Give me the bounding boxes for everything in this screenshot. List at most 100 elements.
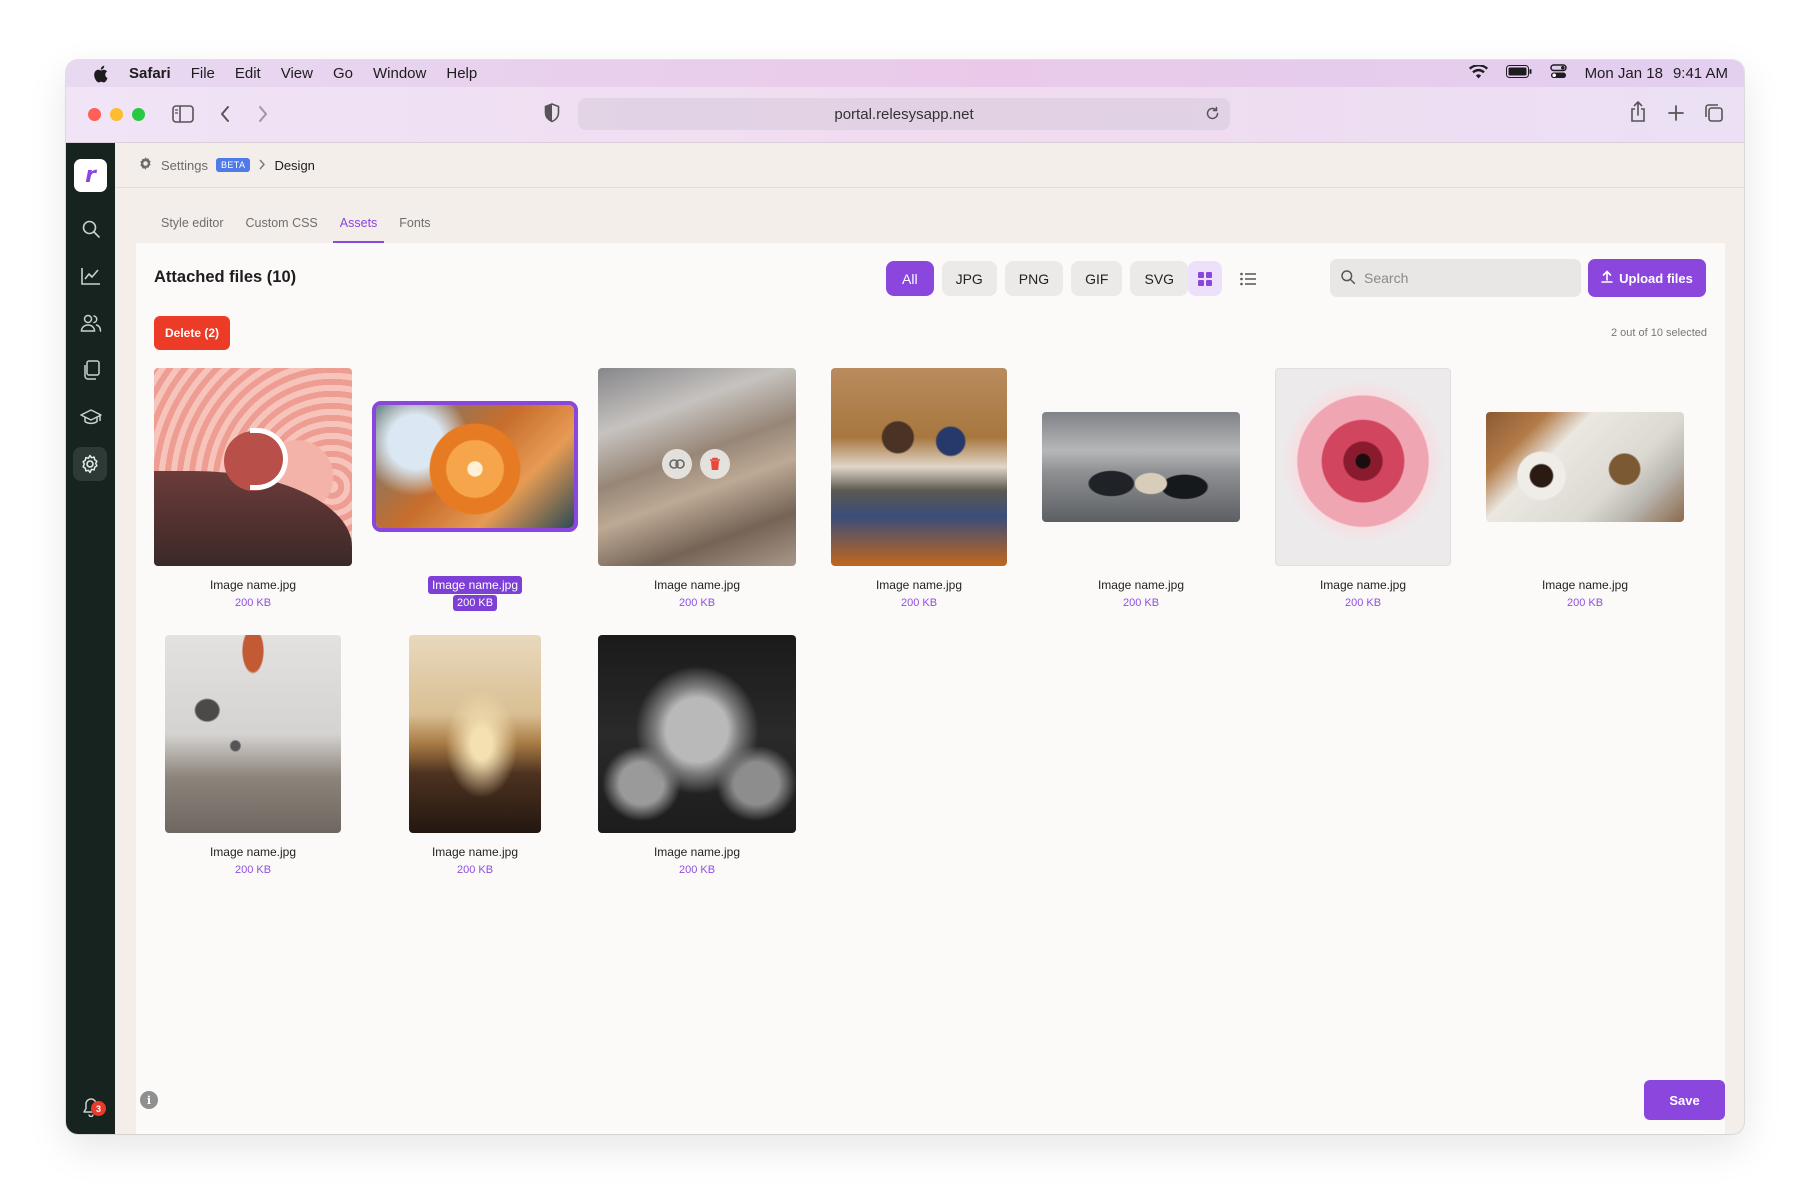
copy-link-icon[interactable] — [662, 449, 692, 479]
file-size: 200 KB — [1566, 597, 1604, 609]
tab-overview-icon[interactable] — [1704, 103, 1724, 123]
grid-view-icon[interactable] — [1188, 261, 1222, 296]
trash-icon[interactable] — [700, 449, 730, 479]
filter-png[interactable]: PNG — [1004, 261, 1064, 296]
search-icon[interactable] — [78, 216, 103, 241]
forward-icon[interactable] — [257, 105, 269, 123]
file-name: Image name.jpg — [431, 845, 519, 859]
maximize-window-button[interactable] — [132, 108, 145, 121]
address-bar[interactable]: portal.relesysapp.net — [578, 98, 1230, 130]
asset-card[interactable]: Image name.jpg 200 KB — [376, 635, 574, 885]
control-center-icon[interactable] — [1549, 64, 1567, 83]
view-toggle — [1188, 261, 1265, 296]
share-icon[interactable] — [1629, 101, 1647, 123]
asset-card[interactable]: Image name.jpg 200 KB — [820, 368, 1018, 618]
users-icon[interactable] — [78, 310, 103, 335]
breadcrumb-settings[interactable]: Settings — [161, 158, 208, 173]
search-box — [1330, 259, 1581, 297]
image-thumbnail — [598, 635, 796, 833]
chart-icon[interactable] — [78, 263, 103, 288]
filter-all[interactable]: All — [886, 261, 934, 296]
image-thumbnail — [1275, 368, 1451, 566]
settings-icon[interactable] — [73, 447, 107, 481]
back-icon[interactable] — [219, 105, 231, 123]
clock-time: 9:41 AM — [1672, 65, 1728, 82]
minimize-window-button[interactable] — [110, 108, 123, 121]
logo-letter: r — [85, 162, 96, 188]
file-size: 200 KB — [678, 597, 716, 609]
menu-edit[interactable]: Edit — [235, 65, 261, 82]
file-size: 200 KB — [678, 864, 716, 876]
sidebar-toggle-icon[interactable] — [172, 105, 194, 123]
tab-assets[interactable]: Assets — [332, 206, 385, 243]
privacy-shield-icon[interactable] — [544, 103, 560, 123]
asset-card[interactable]: Image name.jpg 200 KB — [154, 368, 352, 618]
pages-icon[interactable] — [78, 357, 103, 382]
asset-card[interactable]: Image name.jpg 200 KB — [1486, 368, 1684, 618]
filter-gif[interactable]: GIF — [1071, 261, 1123, 296]
app-sidebar: r 3 — [66, 143, 115, 1134]
asset-card-hovered[interactable]: Image name.jpg 200 KB — [598, 368, 796, 618]
menu-file[interactable]: File — [191, 65, 215, 82]
header-divider — [115, 187, 1744, 188]
app-logo[interactable]: r — [74, 159, 107, 192]
filter-svg[interactable]: SVG — [1130, 261, 1189, 296]
filter-jpg[interactable]: JPG — [941, 261, 997, 296]
info-icon[interactable]: i — [140, 1091, 158, 1109]
asset-card-selected[interactable]: Image name.jpg 200 KB — [372, 368, 578, 618]
menu-go[interactable]: Go — [333, 65, 353, 82]
clock-date: Mon Jan 18 — [1584, 65, 1663, 82]
search-input[interactable] — [1364, 270, 1564, 286]
file-name: Image name.jpg — [875, 578, 963, 592]
file-size: 200 KB — [234, 864, 272, 876]
file-name: Image name.jpg — [653, 845, 741, 859]
image-thumbnail — [154, 368, 352, 566]
asset-card[interactable]: Image name.jpg 200 KB — [598, 635, 796, 885]
asset-card[interactable]: Image name.jpg 200 KB — [154, 635, 352, 885]
settings-gear-icon — [138, 156, 153, 174]
delete-button[interactable]: Delete (2) — [154, 316, 231, 350]
image-thumbnail — [409, 635, 541, 833]
browser-toolbar: portal.relesysapp.net — [66, 87, 1744, 143]
upload-files-label: Upload files — [1619, 270, 1693, 286]
menu-view[interactable]: View — [281, 65, 313, 82]
hover-actions — [662, 449, 730, 479]
asset-card[interactable]: Image name.jpg 200 KB — [1264, 368, 1462, 618]
image-thumbnail — [1042, 412, 1240, 522]
save-button[interactable]: Save — [1644, 1080, 1725, 1120]
academy-icon[interactable] — [78, 404, 103, 429]
file-size: 200 KB — [1344, 597, 1382, 609]
file-name: Image name.jpg — [209, 578, 297, 592]
tab-style-editor[interactable]: Style editor — [154, 206, 231, 243]
design-tabs: Style editor Custom CSS Assets Fonts — [154, 206, 446, 243]
menu-help[interactable]: Help — [446, 65, 477, 82]
apple-icon[interactable] — [93, 65, 109, 83]
menu-app-safari[interactable]: Safari — [129, 65, 171, 82]
file-size: 200 KB — [1122, 597, 1160, 609]
file-size: 200 KB — [376, 595, 574, 611]
file-name: Image name.jpg — [1541, 578, 1629, 592]
close-window-button[interactable] — [88, 108, 101, 121]
menu-window[interactable]: Window — [373, 65, 426, 82]
reload-icon[interactable] — [1205, 106, 1220, 125]
image-thumbnail — [165, 635, 341, 833]
selection-status: 2 out of 10 selected — [1610, 327, 1707, 339]
beta-badge: BETA — [215, 158, 251, 172]
file-name: Image name.jpg — [653, 578, 741, 592]
image-thumbnail — [1486, 412, 1684, 522]
tab-custom-css[interactable]: Custom CSS — [239, 206, 325, 243]
tab-fonts[interactable]: Fonts — [392, 206, 437, 243]
chevron-right-icon — [258, 158, 266, 173]
new-tab-icon[interactable] — [1667, 104, 1685, 122]
file-size: 200 KB — [456, 864, 494, 876]
image-thumbnail — [372, 401, 578, 532]
upload-files-button[interactable]: Upload files — [1588, 259, 1706, 297]
wifi-icon[interactable] — [1468, 63, 1488, 83]
file-size: 200 KB — [900, 597, 938, 609]
asset-card[interactable]: Image name.jpg 200 KB — [1042, 368, 1240, 618]
battery-icon[interactable] — [1505, 65, 1532, 82]
window-controls — [88, 108, 145, 121]
menu-clock[interactable]: Mon Jan 18 9:41 AM — [1585, 65, 1728, 82]
list-view-icon[interactable] — [1231, 261, 1265, 296]
url-text: portal.relesysapp.net — [834, 105, 974, 123]
